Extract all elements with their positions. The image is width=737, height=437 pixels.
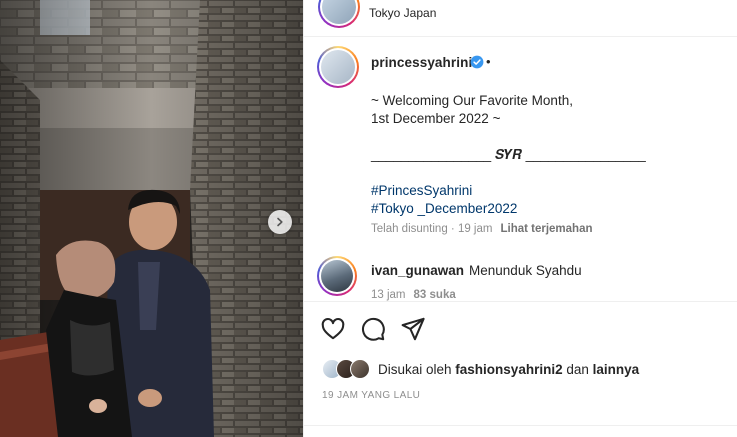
commenter-username[interactable]: ivan_gunawan bbox=[371, 263, 464, 278]
author-username[interactable]: princessyahrini bbox=[371, 55, 472, 70]
author-avatar[interactable] bbox=[317, 46, 359, 88]
next-photo-button[interactable] bbox=[268, 210, 292, 234]
heart-icon[interactable] bbox=[320, 316, 346, 342]
caption-line: ~ Welcoming Our Favorite Month, bbox=[371, 93, 573, 108]
comment-icon[interactable] bbox=[360, 316, 386, 342]
post-header: Tokyo Japan bbox=[304, 0, 737, 37]
chevron-right-icon bbox=[277, 217, 283, 227]
caption-signature: ________________ 𝑺𝒀𝑹 ________________ bbox=[371, 147, 646, 162]
likes-others-link[interactable]: lainnya bbox=[593, 362, 640, 377]
post-sidebar: Tokyo Japan princessyahrini • ~ Welcomin… bbox=[303, 0, 737, 437]
verified-icon bbox=[470, 55, 484, 69]
share-icon[interactable] bbox=[400, 316, 426, 342]
edited-label: Telah disunting · 19 jam bbox=[371, 223, 493, 235]
post-actions bbox=[320, 316, 426, 342]
likes-prefix: Disukai oleh bbox=[378, 361, 456, 377]
comment-list: ivan_gunawan Menunduk Syahdu 13 jam 83 suk… bbox=[304, 250, 737, 301]
separator-dot: • bbox=[486, 54, 491, 69]
post-timestamp[interactable]: 19 JAM YANG LALU bbox=[322, 390, 420, 401]
caption-line: 1st December 2022 ~ bbox=[371, 111, 501, 126]
location-link[interactable]: Tokyo Japan bbox=[369, 6, 436, 20]
avatar[interactable] bbox=[318, 0, 360, 28]
avatar bbox=[350, 359, 370, 379]
post-caption: ~ Welcoming Our Favorite Month, 1st Dece… bbox=[371, 92, 701, 218]
liker-username[interactable]: fashionsyahrini2 bbox=[455, 362, 562, 377]
comment-time: 13 jam bbox=[371, 289, 406, 301]
comment-likes[interactable]: 83 suka bbox=[414, 289, 456, 301]
comment-meta: 13 jam 83 suka bbox=[371, 289, 456, 301]
comment-item: ivan_gunawan Menunduk Syahdu bbox=[371, 263, 582, 278]
photo-image bbox=[0, 0, 303, 437]
likes-text: Disukai oleh fashionsyahrini2 dan lainny… bbox=[378, 362, 639, 377]
comment-text: Menunduk Syahdu bbox=[469, 263, 582, 278]
caption-text: _December2022 bbox=[413, 201, 518, 216]
commenter-avatar[interactable] bbox=[317, 256, 357, 296]
see-translation-button[interactable]: Lihat terjemahan bbox=[500, 223, 592, 235]
hashtag-link[interactable]: #Tokyo bbox=[371, 201, 414, 216]
divider bbox=[304, 301, 737, 302]
hashtag-link[interactable]: #PrincesSyahrini bbox=[371, 183, 472, 198]
caption-meta: Telah disunting · 19 jam Lihat terjemahan bbox=[371, 223, 593, 235]
likes-middle: dan bbox=[562, 361, 593, 377]
liker-avatars bbox=[322, 359, 370, 379]
likes-summary: Disukai oleh fashionsyahrini2 dan lainny… bbox=[322, 358, 639, 380]
post-photo[interactable] bbox=[0, 0, 303, 437]
divider bbox=[304, 425, 737, 426]
